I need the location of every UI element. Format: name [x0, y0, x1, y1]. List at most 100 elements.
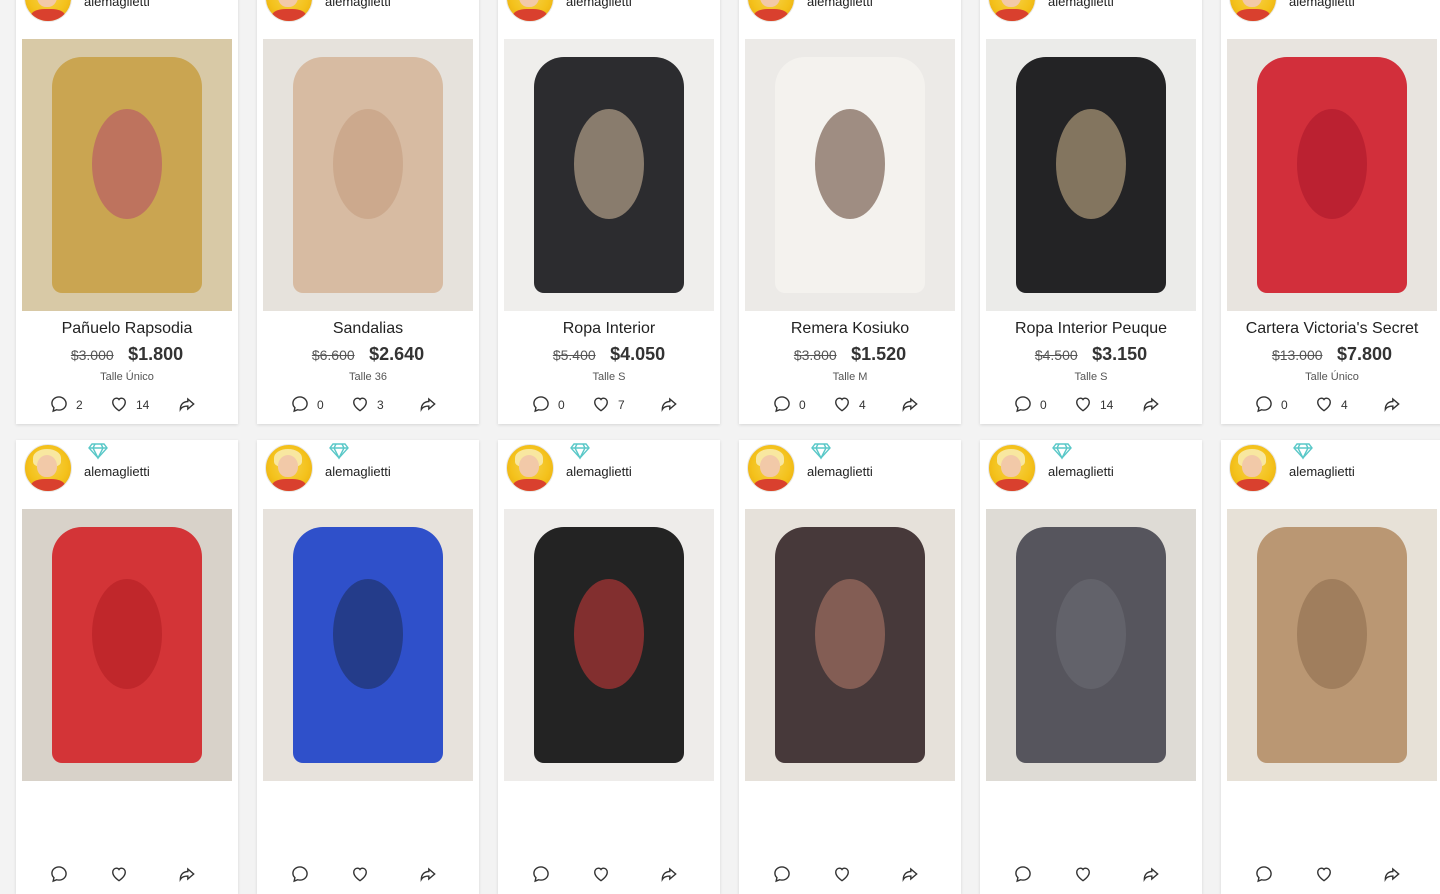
- like-button[interactable]: 4: [832, 393, 866, 417]
- avatar[interactable]: [506, 0, 554, 22]
- share-button[interactable]: [1141, 863, 1161, 887]
- product-photo[interactable]: [745, 509, 955, 781]
- comment-button[interactable]: [290, 863, 317, 887]
- product-card[interactable]: alemaglietti Ropa Interior Peuque $4.500…: [980, 0, 1202, 424]
- price-row: [498, 814, 720, 835]
- product-card[interactable]: alemaglietti: [257, 440, 479, 894]
- share-button[interactable]: [900, 393, 920, 417]
- comment-button[interactable]: [49, 863, 76, 887]
- comment-button[interactable]: [1254, 863, 1281, 887]
- avatar[interactable]: [265, 0, 313, 22]
- share-button[interactable]: [1141, 393, 1161, 417]
- product-card[interactable]: alemaglietti Pañuelo Rapsodia $3.000 $1.…: [16, 0, 238, 424]
- product-photo[interactable]: [1227, 39, 1437, 311]
- like-button[interactable]: [350, 863, 377, 887]
- avatar[interactable]: [506, 444, 554, 492]
- card-header: alemaglietti: [498, 440, 720, 492]
- comment-icon: [531, 394, 551, 417]
- product-title[interactable]: Ropa Interior: [498, 320, 720, 338]
- product-photo[interactable]: [986, 39, 1196, 311]
- product-photo[interactable]: [986, 509, 1196, 781]
- like-button[interactable]: [832, 863, 859, 887]
- product-card[interactable]: alemaglietti: [16, 440, 238, 894]
- product-photo[interactable]: [1227, 509, 1437, 781]
- username[interactable]: alemaglietti: [566, 464, 632, 479]
- avatar[interactable]: [24, 444, 72, 492]
- share-icon: [1382, 864, 1402, 887]
- comment-button[interactable]: [772, 863, 799, 887]
- product-card[interactable]: alemaglietti Ropa Interior $5.400 $4.050…: [498, 0, 720, 424]
- comment-button[interactable]: [531, 863, 558, 887]
- product-card[interactable]: alemaglietti: [739, 440, 961, 894]
- avatar[interactable]: [988, 444, 1036, 492]
- comment-button[interactable]: 0: [1254, 393, 1288, 417]
- share-button[interactable]: [659, 393, 679, 417]
- product-photo[interactable]: [263, 39, 473, 311]
- product-photo[interactable]: [22, 39, 232, 311]
- product-card[interactable]: alemaglietti Sandalias $6.600 $2.640 Tal…: [257, 0, 479, 424]
- avatar[interactable]: [1229, 0, 1277, 22]
- comment-button[interactable]: 0: [290, 393, 324, 417]
- product-card[interactable]: alemaglietti Remera Kosiuko $3.800 $1.52…: [739, 0, 961, 424]
- username[interactable]: alemaglietti: [566, 0, 632, 9]
- product-card[interactable]: alemaglietti: [1221, 440, 1440, 894]
- username[interactable]: alemaglietti: [84, 464, 150, 479]
- like-button[interactable]: [1073, 863, 1100, 887]
- like-button[interactable]: [591, 863, 618, 887]
- product-photo[interactable]: [504, 509, 714, 781]
- username[interactable]: alemaglietti: [1048, 0, 1114, 9]
- share-button[interactable]: [177, 863, 197, 887]
- product-card[interactable]: alemaglietti: [980, 440, 1202, 894]
- avatar[interactable]: [988, 0, 1036, 22]
- share-button[interactable]: [900, 863, 920, 887]
- like-button[interactable]: 14: [1073, 393, 1113, 417]
- username[interactable]: alemaglietti: [1289, 464, 1355, 479]
- username[interactable]: alemaglietti: [807, 464, 873, 479]
- like-button[interactable]: 14: [109, 393, 149, 417]
- share-button[interactable]: [1382, 863, 1402, 887]
- price-row: [739, 814, 961, 835]
- like-button[interactable]: [1314, 863, 1341, 887]
- username[interactable]: alemaglietti: [1289, 0, 1355, 9]
- product-photo[interactable]: [745, 39, 955, 311]
- product-title[interactable]: Ropa Interior Peuque: [980, 320, 1202, 338]
- share-button[interactable]: [177, 393, 197, 417]
- product-card[interactable]: alemaglietti: [498, 440, 720, 894]
- like-button[interactable]: 4: [1314, 393, 1348, 417]
- sale-price: $1.800: [128, 344, 184, 364]
- product-photo[interactable]: [504, 39, 714, 311]
- share-button[interactable]: [418, 393, 438, 417]
- username[interactable]: alemaglietti: [1048, 464, 1114, 479]
- comment-icon: [49, 864, 69, 887]
- product-photo[interactable]: [22, 509, 232, 781]
- comment-button[interactable]: 0: [772, 393, 806, 417]
- product-title[interactable]: Cartera Victoria's Secret: [1221, 320, 1440, 338]
- product-card[interactable]: alemaglietti Cartera Victoria's Secret $…: [1221, 0, 1440, 424]
- comment-button[interactable]: 0: [1013, 393, 1047, 417]
- comment-button[interactable]: 0: [531, 393, 565, 417]
- sale-price: $7.800: [1337, 344, 1393, 364]
- product-title[interactable]: Remera Kosiuko: [739, 320, 961, 338]
- like-button[interactable]: 7: [591, 393, 625, 417]
- avatar[interactable]: [747, 444, 795, 492]
- like-button[interactable]: [109, 863, 136, 887]
- comment-button[interactable]: [1013, 863, 1040, 887]
- avatar[interactable]: [24, 0, 72, 22]
- username[interactable]: alemaglietti: [84, 0, 150, 9]
- avatar[interactable]: [265, 444, 313, 492]
- avatar[interactable]: [747, 0, 795, 22]
- comment-icon: [1013, 864, 1033, 887]
- product-photo[interactable]: [263, 509, 473, 781]
- comment-button[interactable]: 2: [49, 393, 83, 417]
- username[interactable]: alemaglietti: [325, 0, 391, 9]
- like-button[interactable]: 3: [350, 393, 384, 417]
- share-button[interactable]: [659, 863, 679, 887]
- product-title[interactable]: Pañuelo Rapsodia: [16, 320, 238, 338]
- share-button[interactable]: [1382, 393, 1402, 417]
- card-header: alemaglietti: [257, 0, 479, 22]
- username[interactable]: alemaglietti: [325, 464, 391, 479]
- share-button[interactable]: [418, 863, 438, 887]
- product-title[interactable]: Sandalias: [257, 320, 479, 338]
- username[interactable]: alemaglietti: [807, 0, 873, 9]
- avatar[interactable]: [1229, 444, 1277, 492]
